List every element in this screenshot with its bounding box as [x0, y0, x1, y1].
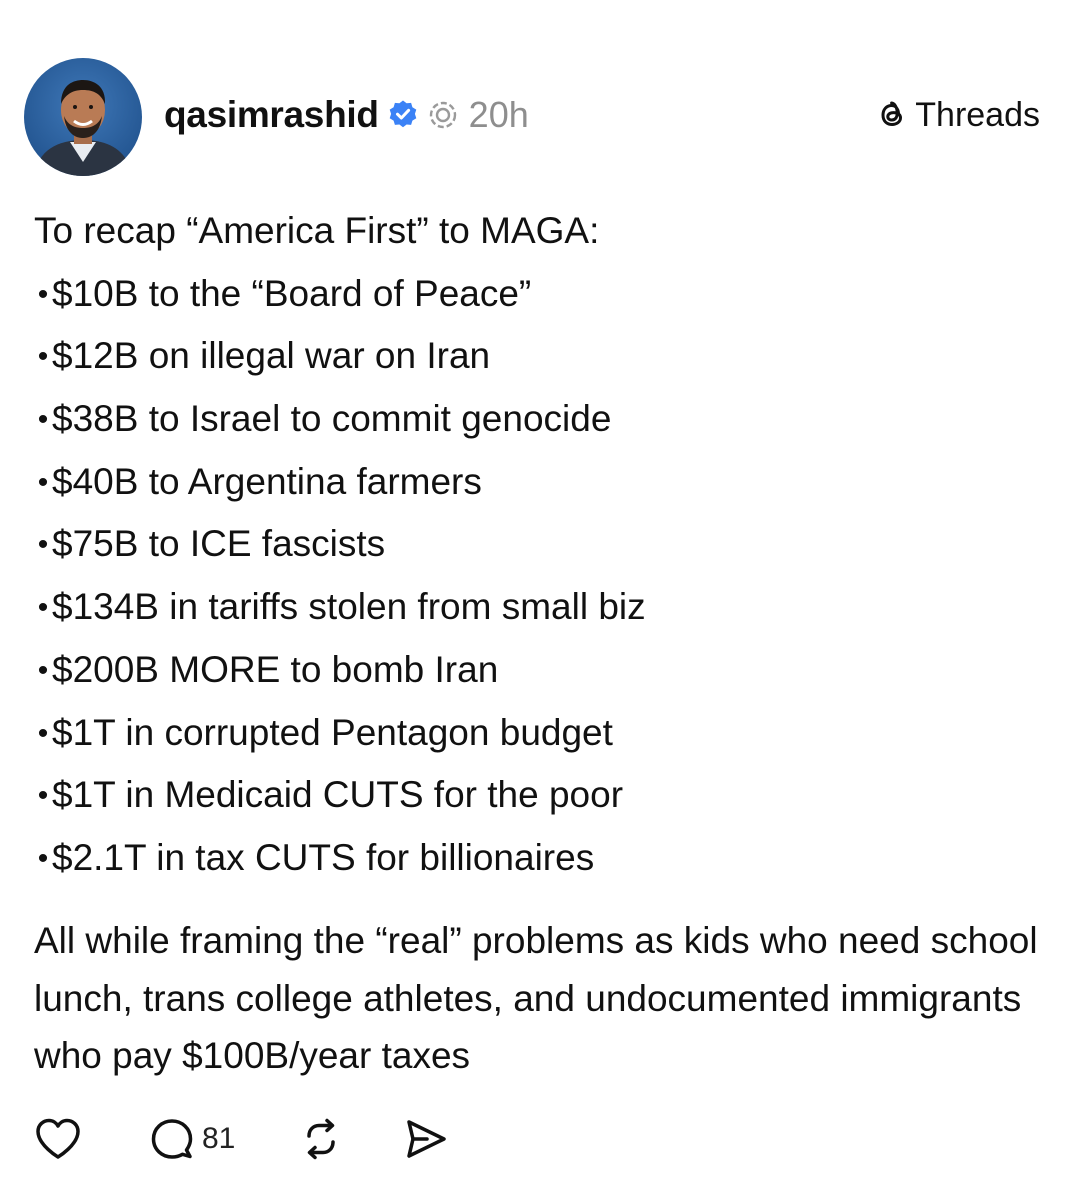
bullet-marker: •: [37, 716, 49, 750]
avatar[interactable]: [24, 58, 142, 176]
bullet-marker: •: [37, 841, 49, 875]
bullet-item: • $134B in tariffs stolen from small biz: [34, 576, 1044, 639]
bullet-item: • $75B to ICE fascists: [34, 513, 1044, 576]
threads-post: qasimrashid 20h Threads To recap “Americ…: [0, 0, 1072, 1200]
post-body: To recap “America First” to MAGA: • $10B …: [34, 200, 1044, 890]
bullet-text: $1T in Medicaid CUTS for the poor: [52, 774, 624, 816]
bullet-text: $12B on illegal war on Iran: [52, 335, 491, 377]
bullet-text: $200B MORE to bomb Iran: [52, 648, 499, 690]
bullet-marker: •: [37, 465, 49, 499]
bullet-item: • $200B MORE to bomb Iran: [34, 639, 1044, 702]
reply-count: 81: [202, 1122, 236, 1155]
bullet-item: • $1T in Medicaid CUTS for the poor: [34, 764, 1044, 827]
bullet-text: $10B to the “Board of Peace”: [52, 272, 532, 314]
bullet-marker: •: [37, 779, 49, 813]
reply-button[interactable]: 81: [148, 1116, 235, 1162]
bullet-text: $1T in corrupted Pentagon budget: [52, 711, 613, 753]
bullet-marker: •: [37, 340, 49, 374]
bullet-item: • $38B to Israel to commit genocide: [34, 388, 1044, 451]
bullet-marker: •: [37, 591, 49, 625]
repost-button[interactable]: [297, 1116, 345, 1162]
brand-label: Threads: [915, 95, 1040, 134]
send-icon: [401, 1116, 449, 1162]
author-line: qasimrashid 20h: [164, 90, 529, 140]
bullet-item: • $12B on illegal war on Iran: [34, 325, 1044, 388]
action-bar: 81: [34, 1114, 449, 1164]
bullet-list: • $10B to the “Board of Peace” • $12B on il…: [34, 263, 1044, 890]
like-button[interactable]: [34, 1116, 82, 1162]
bullet-text: $40B to Argentina farmers: [52, 460, 482, 502]
bullet-text: $134B in tariffs stolen from small biz: [52, 586, 646, 628]
bullet-marker: •: [37, 277, 49, 311]
threads-brand: Threads: [875, 93, 1040, 137]
verified-badge-icon: [387, 99, 419, 131]
post-time: 20h: [468, 94, 529, 135]
repost-icon: [297, 1116, 345, 1162]
bullet-text: $38B to Israel to commit genocide: [52, 398, 612, 440]
share-button[interactable]: [401, 1116, 449, 1162]
bullet-item: • $1T in corrupted Pentagon budget: [34, 702, 1044, 765]
bullet-marker: •: [37, 653, 49, 687]
username[interactable]: qasimrashid: [164, 94, 379, 136]
comment-icon: [148, 1116, 196, 1162]
bullet-item: • $10B to the “Board of Peace”: [34, 263, 1044, 326]
bullet-text: $75B to ICE fascists: [52, 523, 386, 565]
bullet-text: $2.1T in tax CUTS for billionaires: [52, 836, 595, 878]
bullet-marker: •: [37, 528, 49, 562]
post-intro: To recap “America First” to MAGA:: [34, 210, 600, 251]
threads-logo-icon: [875, 98, 909, 132]
post-closing: All while framing the “real” problems as…: [34, 920, 1038, 1076]
bullet-item: • $2.1T in tax CUTS for billionaires: [34, 827, 1044, 890]
pending-icon: [427, 99, 459, 131]
bullet-item: • $40B to Argentina farmers: [34, 451, 1044, 514]
bullet-marker: •: [37, 403, 49, 437]
heart-icon: [34, 1116, 82, 1162]
